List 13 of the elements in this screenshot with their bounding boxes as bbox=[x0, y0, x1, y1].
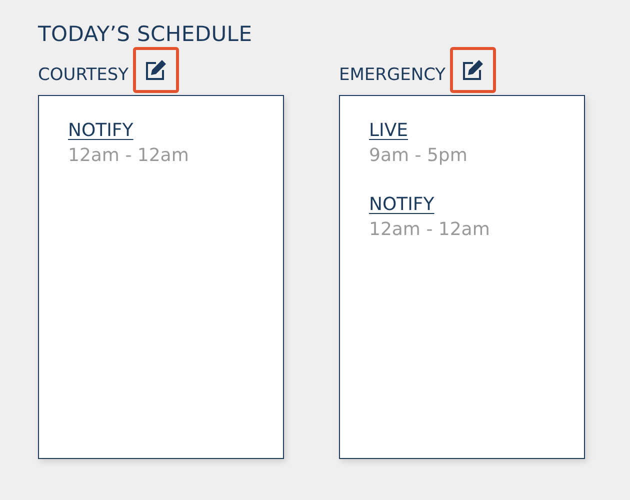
edit-icon bbox=[460, 58, 485, 82]
edit-button[interactable] bbox=[450, 47, 496, 93]
schedule-link[interactable]: NOTIFY bbox=[369, 194, 434, 215]
category-label: COURTESY bbox=[38, 65, 129, 85]
section-title: TODAY’S SCHEDULE bbox=[38, 22, 252, 46]
schedule-link[interactable]: LIVE bbox=[369, 120, 408, 141]
time-range: 12am - 12am bbox=[369, 219, 490, 240]
edit-icon bbox=[144, 58, 168, 82]
edit-button[interactable] bbox=[132, 47, 179, 93]
time-range: 9am - 5pm bbox=[369, 145, 468, 166]
category-label: EMERGENCY bbox=[339, 65, 446, 85]
schedule-link[interactable]: NOTIFY bbox=[68, 120, 134, 141]
time-range: 12am - 12am bbox=[68, 145, 189, 166]
